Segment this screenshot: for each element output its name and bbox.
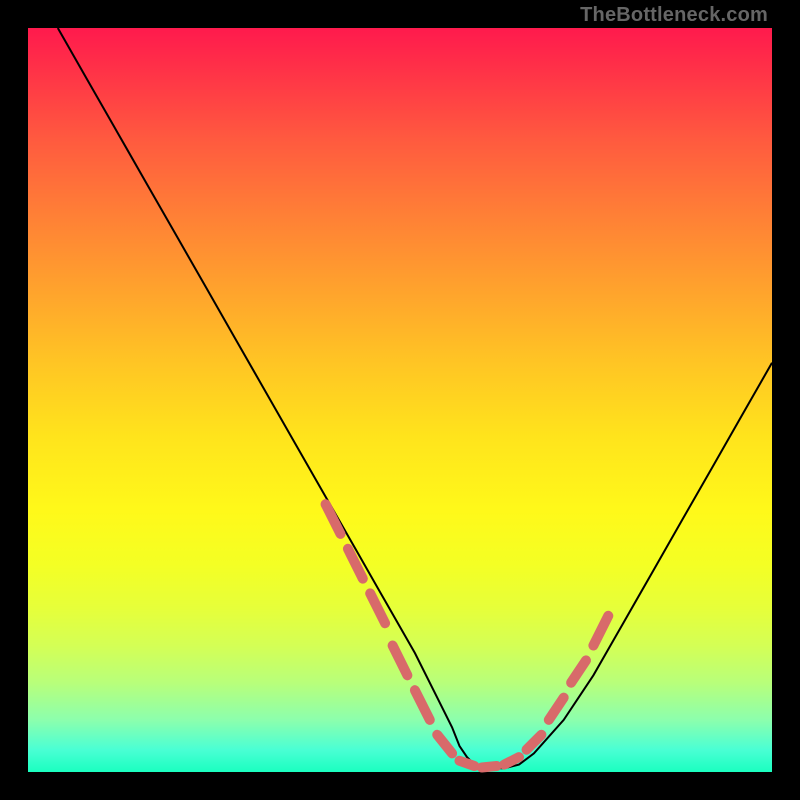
curve-path: [58, 28, 772, 768]
highlight-dashes: [326, 504, 609, 767]
dash-segment: [437, 735, 452, 754]
dash-segment: [549, 698, 564, 720]
dash-segment: [482, 766, 497, 768]
dash-segment: [460, 761, 475, 766]
bottleneck-curve: [58, 28, 772, 768]
watermark-text: TheBottleneck.com: [580, 4, 768, 27]
chart-svg: [28, 28, 772, 772]
dash-segment: [326, 504, 341, 534]
dash-segment: [393, 646, 408, 676]
chart-frame: TheBottleneck.com: [0, 0, 800, 800]
dash-segment: [348, 549, 363, 579]
dash-segment: [504, 757, 519, 765]
dash-segment: [415, 690, 430, 720]
dash-segment: [571, 660, 586, 682]
dash-segment: [593, 616, 608, 646]
plot-area: [28, 28, 772, 772]
